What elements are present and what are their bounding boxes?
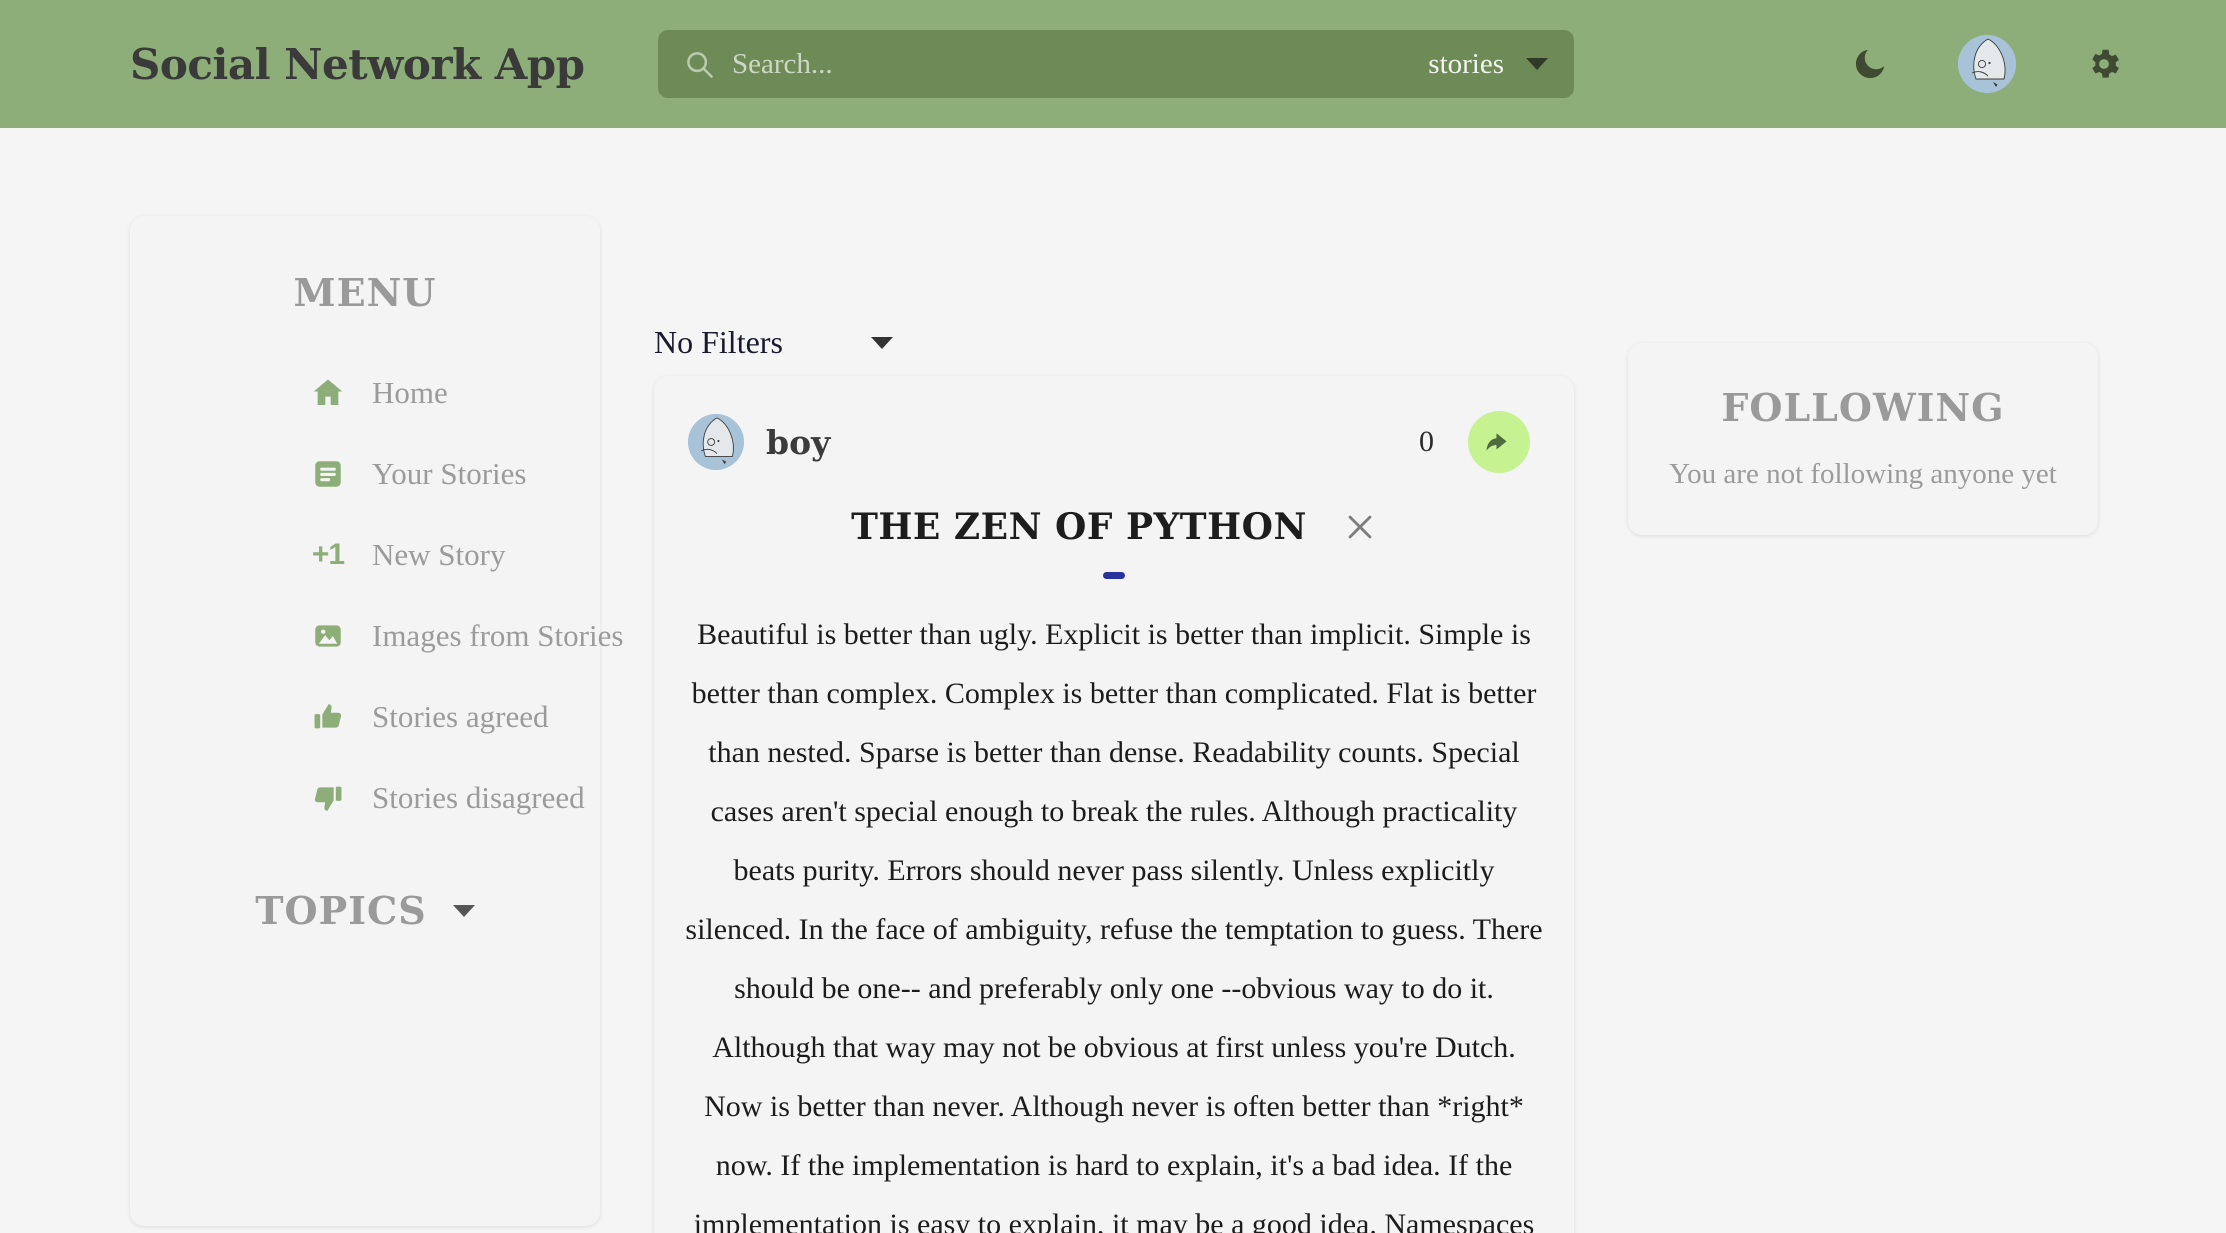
story-actions: 0 (1419, 411, 1530, 473)
sidebar-item-label: Images from Stories (372, 618, 624, 653)
close-icon[interactable] (1343, 510, 1377, 544)
filter-label: No Filters (654, 324, 783, 360)
sidebar-item-label: Your Stories (372, 456, 527, 491)
search-scope-label: stories (1428, 47, 1504, 80)
gear-icon[interactable] (2082, 42, 2126, 86)
app-header: Social Network App stories (0, 0, 2226, 128)
page-body: MENU Home Your Stories +1 New Story Imag… (0, 128, 2226, 1233)
app-title: Social Network App (130, 39, 585, 89)
story-title: THE ZEN OF PYTHON (851, 506, 1307, 548)
sidebar-item-label: New Story (372, 537, 506, 572)
sidebar-item-your-stories[interactable]: Your Stories (308, 448, 600, 500)
plus-one-icon: +1 (311, 538, 345, 571)
article-icon (308, 454, 348, 494)
following-panel: FOLLOWING You are not following anyone y… (1628, 343, 2098, 535)
sidebar-item-label: Home (372, 375, 448, 410)
chevron-down-icon[interactable] (1526, 58, 1548, 70)
sidebar-menu: Home Your Stories +1 New Story Images fr… (130, 367, 624, 824)
sidebar-item-images-from-stories[interactable]: Images from Stories (308, 610, 623, 662)
story-author[interactable]: boy (766, 423, 830, 462)
sidebar-item-label: Stories agreed (372, 699, 549, 734)
topics-label: TOPICS (255, 888, 427, 933)
search-bar[interactable]: stories (658, 30, 1574, 98)
sidebar-item-new-story[interactable]: +1 New Story (308, 529, 600, 581)
thumb-up-icon (308, 697, 348, 737)
sidebar-item-home[interactable]: Home (308, 367, 600, 419)
following-empty-text: You are not following anyone yet (1669, 458, 2057, 490)
user-avatar[interactable] (688, 414, 744, 470)
reply-count: 0 (1419, 425, 1434, 458)
user-avatar[interactable] (1958, 35, 2016, 93)
following-title: FOLLOWING (1721, 385, 2005, 430)
story-header: boy 0 (654, 376, 1574, 473)
image-icon (308, 616, 348, 656)
search-input[interactable] (732, 47, 1429, 81)
filter-dropdown[interactable]: No Filters (654, 324, 893, 361)
story-title-row: THE ZEN OF PYTHON (654, 506, 1574, 548)
sidebar-item-stories-disagreed[interactable]: Stories disagreed (308, 772, 600, 824)
reply-button[interactable] (1468, 411, 1530, 473)
search-icon (684, 49, 714, 79)
topics-toggle[interactable]: TOPICS (130, 888, 600, 933)
sidebar-item-label: Stories disagreed (372, 780, 585, 815)
sidebar-item-stories-agreed[interactable]: Stories agreed (308, 691, 600, 743)
story-card: boy 0 THE ZEN OF PYTHON Beautiful is bet… (654, 376, 1574, 1233)
title-underline (1103, 572, 1125, 579)
moon-icon[interactable] (1848, 42, 1892, 86)
thumb-down-icon (308, 778, 348, 818)
header-actions (1848, 0, 2126, 128)
story-body: Beautiful is better than ugly. Explicit … (685, 618, 1543, 1233)
sidebar: MENU Home Your Stories +1 New Story Imag… (130, 216, 624, 1226)
home-icon (308, 373, 348, 413)
sidebar-title: MENU (293, 270, 437, 315)
chevron-down-icon[interactable] (870, 336, 893, 349)
chevron-down-icon[interactable] (452, 904, 475, 917)
